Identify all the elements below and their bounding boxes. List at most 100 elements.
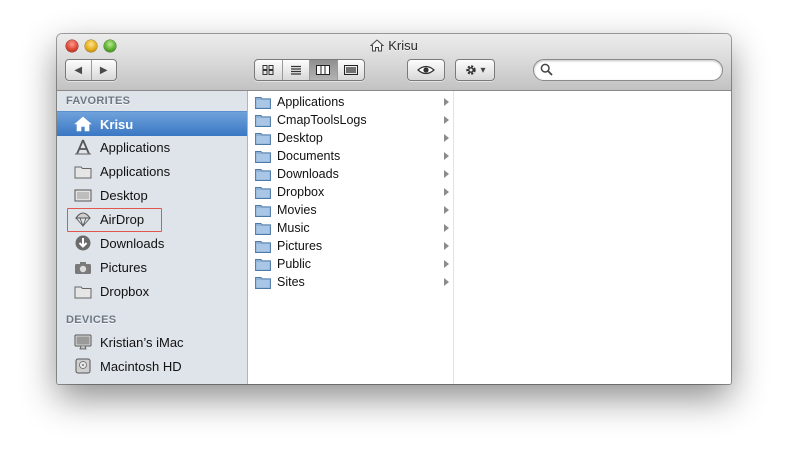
folder-icon <box>255 221 271 235</box>
back-button[interactable]: ◀ <box>66 60 92 80</box>
list-item-label: Movies <box>277 203 317 217</box>
sidebar-item-label: Macintosh HD <box>100 358 182 374</box>
folder-icon <box>255 203 271 217</box>
chevron-down-icon: ▾ <box>480 64 486 76</box>
sidebar: FAVORITES Krisu Applications Application… <box>57 91 248 384</box>
folder-icon <box>255 113 271 127</box>
sidebar-item-airdrop[interactable]: AirDrop <box>57 207 247 231</box>
sidebar-item-desktop[interactable]: Desktop <box>57 183 247 207</box>
folder-icon <box>255 185 271 199</box>
camera-icon <box>73 258 93 276</box>
disclosure-arrow-icon <box>444 98 449 106</box>
window-title-text: Krisu <box>388 38 418 53</box>
list-item[interactable]: Applications <box>248 93 453 111</box>
devices-header: DEVICES <box>66 314 117 326</box>
disclosure-arrow-icon <box>444 206 449 214</box>
list-item-label: Pictures <box>277 239 323 253</box>
sidebar-item-label: Applications <box>100 163 171 179</box>
sidebar-item-label: Kristian’s iMac <box>100 334 184 350</box>
list-item[interactable]: Movies <box>248 201 453 219</box>
desktop-icon <box>73 186 93 204</box>
list-item-label: Applications <box>277 95 345 109</box>
search-icon <box>540 63 553 81</box>
list-item-label: Dropbox <box>277 185 325 199</box>
favorites-header: FAVORITES <box>66 95 131 107</box>
list-item-label: Public <box>277 257 312 271</box>
imac-icon <box>73 333 93 351</box>
sidebar-item-krisu[interactable]: Krisu <box>57 111 247 136</box>
coverflow-view-button[interactable] <box>338 60 365 80</box>
disclosure-arrow-icon <box>444 224 449 232</box>
list-item[interactable]: CmapToolsLogs <box>248 111 453 129</box>
column-view-button[interactable] <box>310 60 338 80</box>
browser-column-1: Applications CmapToolsLogs Desktop Document… <box>248 91 454 384</box>
list-view-icon <box>290 65 301 75</box>
list-item[interactable]: Desktop <box>248 129 453 147</box>
view-mode-control <box>254 59 365 81</box>
coverflow-view-icon <box>343 65 358 75</box>
disclosure-arrow-icon <box>444 242 449 250</box>
search-input[interactable] <box>556 62 715 79</box>
sidebar-item-label: Applications <box>100 139 171 155</box>
folder-icon <box>255 95 271 109</box>
sidebar-item-label: Krisu <box>100 116 134 132</box>
airdrop-icon <box>73 210 93 228</box>
sidebar-item-label: Downloads <box>100 235 165 251</box>
home-icon <box>369 39 385 55</box>
home-icon <box>73 115 93 133</box>
icon-view-button[interactable] <box>255 60 283 80</box>
list-item[interactable]: Music <box>248 219 453 237</box>
list-item-label: Downloads <box>277 167 339 181</box>
toolbar: Krisu ◀ ▶ ▾ <box>57 34 731 91</box>
sidebar-item-applications[interactable]: Applications <box>57 135 247 159</box>
folder-icon <box>73 162 93 180</box>
list-item-label: Music <box>277 221 310 235</box>
disclosure-arrow-icon <box>444 152 449 160</box>
finder-window: Krisu ◀ ▶ ▾ FAVORITES Krisu Applications… <box>57 34 731 384</box>
list-item[interactable]: Dropbox <box>248 183 453 201</box>
sidebar-item-label: AirDrop <box>100 211 145 227</box>
sidebar-item-macintosh-hd[interactable]: Macintosh HD <box>57 354 247 378</box>
list-item[interactable]: Documents <box>248 147 453 165</box>
disclosure-arrow-icon <box>444 116 449 124</box>
folder-icon <box>255 167 271 181</box>
sidebar-item-label: Desktop <box>100 187 148 203</box>
browser-column-2 <box>454 91 731 384</box>
list-item-label: Desktop <box>277 131 323 145</box>
list-view-button[interactable] <box>283 60 310 80</box>
search-field[interactable] <box>533 59 723 81</box>
folder-icon <box>255 131 271 145</box>
hard-drive-icon <box>73 357 93 375</box>
folder-icon <box>255 275 271 289</box>
list-item[interactable]: Public <box>248 255 453 273</box>
disclosure-arrow-icon <box>444 260 449 268</box>
sidebar-item-pictures[interactable]: Pictures <box>57 255 247 279</box>
column-view-icon <box>316 65 331 75</box>
folder-icon <box>73 282 93 300</box>
quick-look-button[interactable] <box>407 59 445 81</box>
list-item[interactable]: Pictures <box>248 237 453 255</box>
sidebar-item-applications-folder[interactable]: Applications <box>57 159 247 183</box>
sidebar-item-downloads[interactable]: Downloads <box>57 231 247 255</box>
disclosure-arrow-icon <box>444 278 449 286</box>
sidebar-item-imac[interactable]: Kristian’s iMac <box>57 330 247 354</box>
icon-view-icon <box>262 65 274 75</box>
sidebar-item-label: Dropbox <box>100 283 150 299</box>
list-item-label: Documents <box>277 149 341 163</box>
forward-button[interactable]: ▶ <box>92 60 117 80</box>
eye-icon <box>417 65 435 75</box>
back-forward-control: ◀ ▶ <box>65 59 117 81</box>
list-item[interactable]: Downloads <box>248 165 453 183</box>
folder-icon <box>255 149 271 163</box>
applications-icon <box>73 138 93 156</box>
folder-icon <box>255 257 271 271</box>
downloads-icon <box>73 234 93 252</box>
list-item[interactable]: Sites <box>248 273 453 291</box>
folder-icon <box>255 239 271 253</box>
list-item-label: CmapToolsLogs <box>277 113 367 127</box>
action-menu-button[interactable]: ▾ <box>455 59 495 81</box>
sidebar-item-dropbox[interactable]: Dropbox <box>57 279 247 303</box>
window-title: Krisu <box>57 38 731 55</box>
sidebar-item-label: Pictures <box>100 259 147 275</box>
disclosure-arrow-icon <box>444 188 449 196</box>
